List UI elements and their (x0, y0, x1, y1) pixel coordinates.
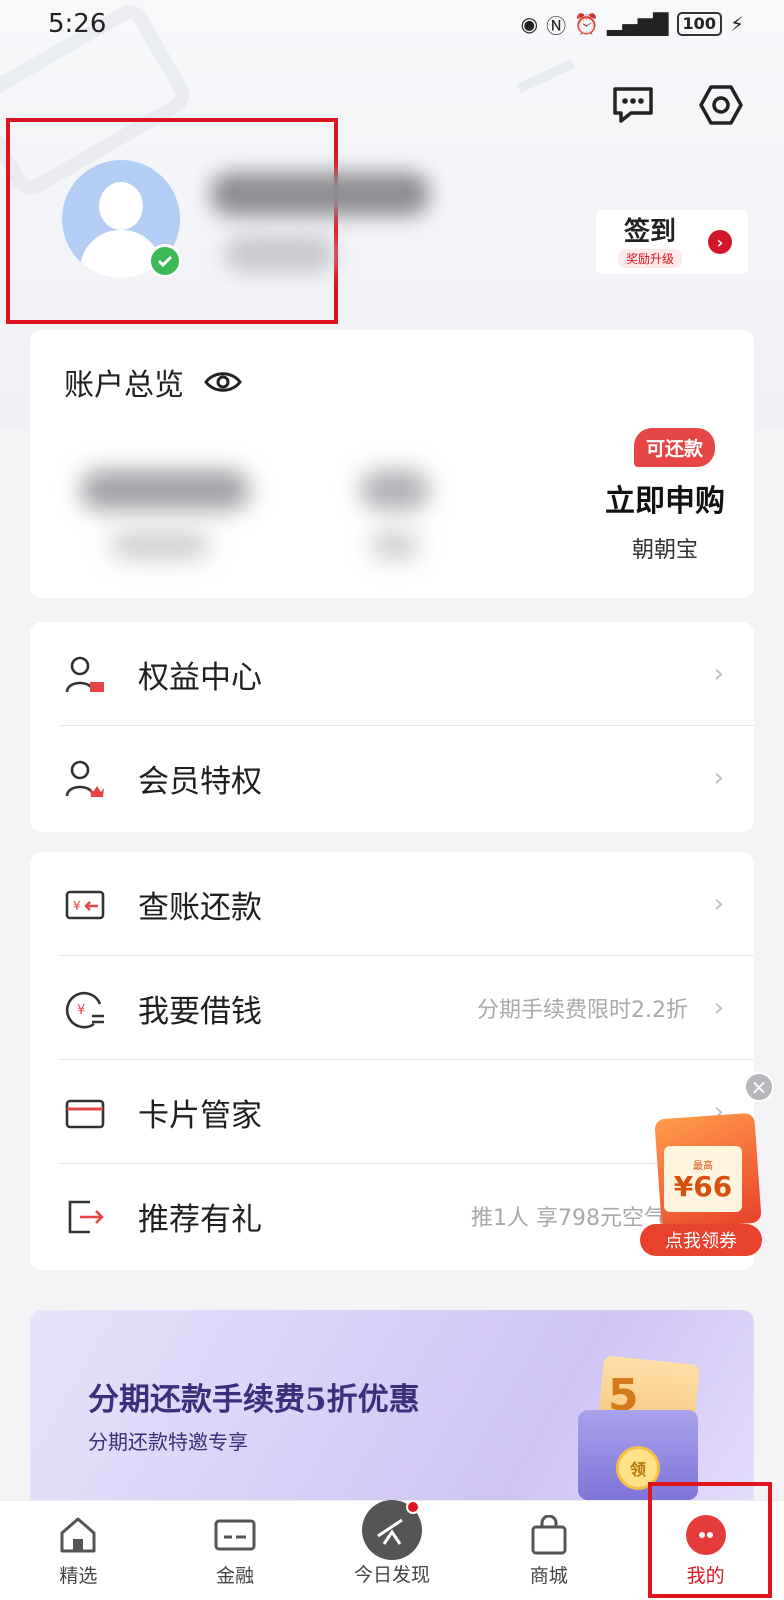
tab-label: 商城 (529, 1565, 568, 1587)
tab-highlight-box (648, 1482, 772, 1598)
refer-icon (68, 1200, 104, 1234)
signin-button[interactable]: 签到 奖励升级 › (596, 210, 748, 274)
loan-icon: ¥ (65, 991, 104, 1029)
eye-status-icon: ◉ (520, 12, 539, 36)
finance-card-icon (213, 1513, 257, 1557)
tab-discover[interactable]: 今日发现 (332, 1500, 452, 1600)
chevron-right-icon: › (708, 230, 732, 254)
account-title-row: 账户总览 (64, 360, 242, 404)
message-icon (613, 87, 653, 123)
tab-finance[interactable]: 金融 (175, 1501, 295, 1600)
repay-badge: 可还款 (634, 428, 716, 467)
chevron-right-icon: › (713, 763, 724, 793)
menu-item-label: 权益中心 (138, 659, 262, 696)
menu-item-label: 我要借钱 (138, 993, 262, 1030)
claim-coupon-button[interactable]: 点我领券 (640, 1224, 762, 1256)
shopping-bag-icon (527, 1513, 571, 1557)
floating-coupon[interactable]: 最高 ¥66 点我领券 (640, 1112, 770, 1256)
header-decoration-plane (516, 58, 584, 112)
status-icons: ◉ Ⓝ ⏰ ▂▄▆█ 100 ⚡ (521, 10, 744, 39)
blurred-balance-label (110, 530, 210, 560)
signin-title: 签到 (624, 216, 677, 247)
menu-item-label: 推荐有礼 (138, 1201, 262, 1238)
charging-icon: ⚡ (729, 12, 744, 36)
chevron-right-icon: › (713, 889, 724, 919)
verified-check-icon (148, 244, 182, 278)
settings-button[interactable] (698, 82, 744, 128)
buy-product-name: 朝朝宝 (631, 538, 698, 563)
signin-subtitle: 奖励升级 (618, 248, 683, 268)
blurred-username (210, 172, 430, 216)
benefit-icon (65, 656, 104, 693)
tab-label: 精选 (59, 1565, 98, 1587)
top-actions (610, 82, 744, 128)
coupon-ticket: 最高 ¥66 (664, 1146, 742, 1212)
eye-toggle-icon[interactable] (204, 369, 242, 395)
close-floating-icon[interactable]: × (744, 1072, 774, 1102)
banner-coupon-art: 5 领 (578, 1350, 718, 1500)
status-bar: 5:26 ◉ Ⓝ ⏰ ▂▄▆█ 100 ⚡ (0, 0, 784, 48)
chevron-right-icon: › (713, 659, 724, 689)
nfc-icon: Ⓝ (546, 13, 567, 38)
card-icon (65, 1099, 105, 1129)
promo-banner[interactable]: 分期还款手续费5折优惠 分期还款特邀专享 5 领 (30, 1310, 754, 1500)
blurred-amount (360, 470, 430, 510)
menu-item-label: 查账还款 (138, 889, 262, 926)
banner-subtitle: 分期还款特邀专享 (88, 1430, 248, 1454)
signal-icon: ▂▄▆█ (607, 12, 669, 36)
chevron-right-icon: › (713, 993, 724, 1023)
tab-mall[interactable]: 商城 (489, 1501, 609, 1600)
menu-item-label: 卡片管家 (138, 1097, 262, 1134)
battery-icon: 100 (676, 12, 722, 36)
svg-text:¥: ¥ (73, 899, 81, 913)
menu-item-hint: 分期手续费限时2.2折 (477, 998, 688, 1023)
account-overview-card: 账户总览 可还款 立即申购 朝朝宝 (30, 330, 754, 598)
bill-icon: ¥ (65, 890, 105, 920)
telescope-icon (361, 1500, 422, 1560)
buy-now-link[interactable]: 立即申购 (560, 476, 770, 520)
account-title: 账户总览 (64, 368, 184, 403)
tab-home[interactable]: 精选 (18, 1501, 138, 1600)
menu-item-label: 会员特权 (138, 763, 262, 800)
blurred-balance (80, 470, 250, 510)
home-icon (56, 1513, 100, 1557)
tab-label: 金融 (216, 1565, 255, 1587)
blurred-user-info (225, 236, 335, 272)
alarm-icon: ⏰ (574, 12, 600, 36)
menu-item-bill-repay[interactable]: ¥ 查账还款 › (30, 852, 754, 956)
blurred-amount-label (370, 530, 420, 560)
status-time: 5:26 (48, 9, 107, 39)
menu-group-benefits: 权益中心 › 会员特权 › (30, 622, 754, 832)
profile-section[interactable] (6, 118, 430, 324)
tab-label: 今日发现 (353, 1564, 430, 1586)
menu-item-member-privilege[interactable]: 会员特权 › (30, 726, 754, 830)
message-button[interactable] (610, 82, 656, 128)
member-icon (65, 760, 104, 797)
banner-title: 分期还款手续费5折优惠 (88, 1382, 420, 1418)
svg-text:¥: ¥ (77, 1003, 85, 1018)
gear-icon (699, 85, 743, 125)
menu-item-benefit-center[interactable]: 权益中心 › (30, 622, 754, 726)
menu-item-borrow[interactable]: ¥ 我要借钱 分期手续费限时2.2折 › (30, 956, 754, 1060)
coupon-amount: ¥66 (673, 1169, 733, 1203)
notification-dot (405, 1500, 420, 1514)
